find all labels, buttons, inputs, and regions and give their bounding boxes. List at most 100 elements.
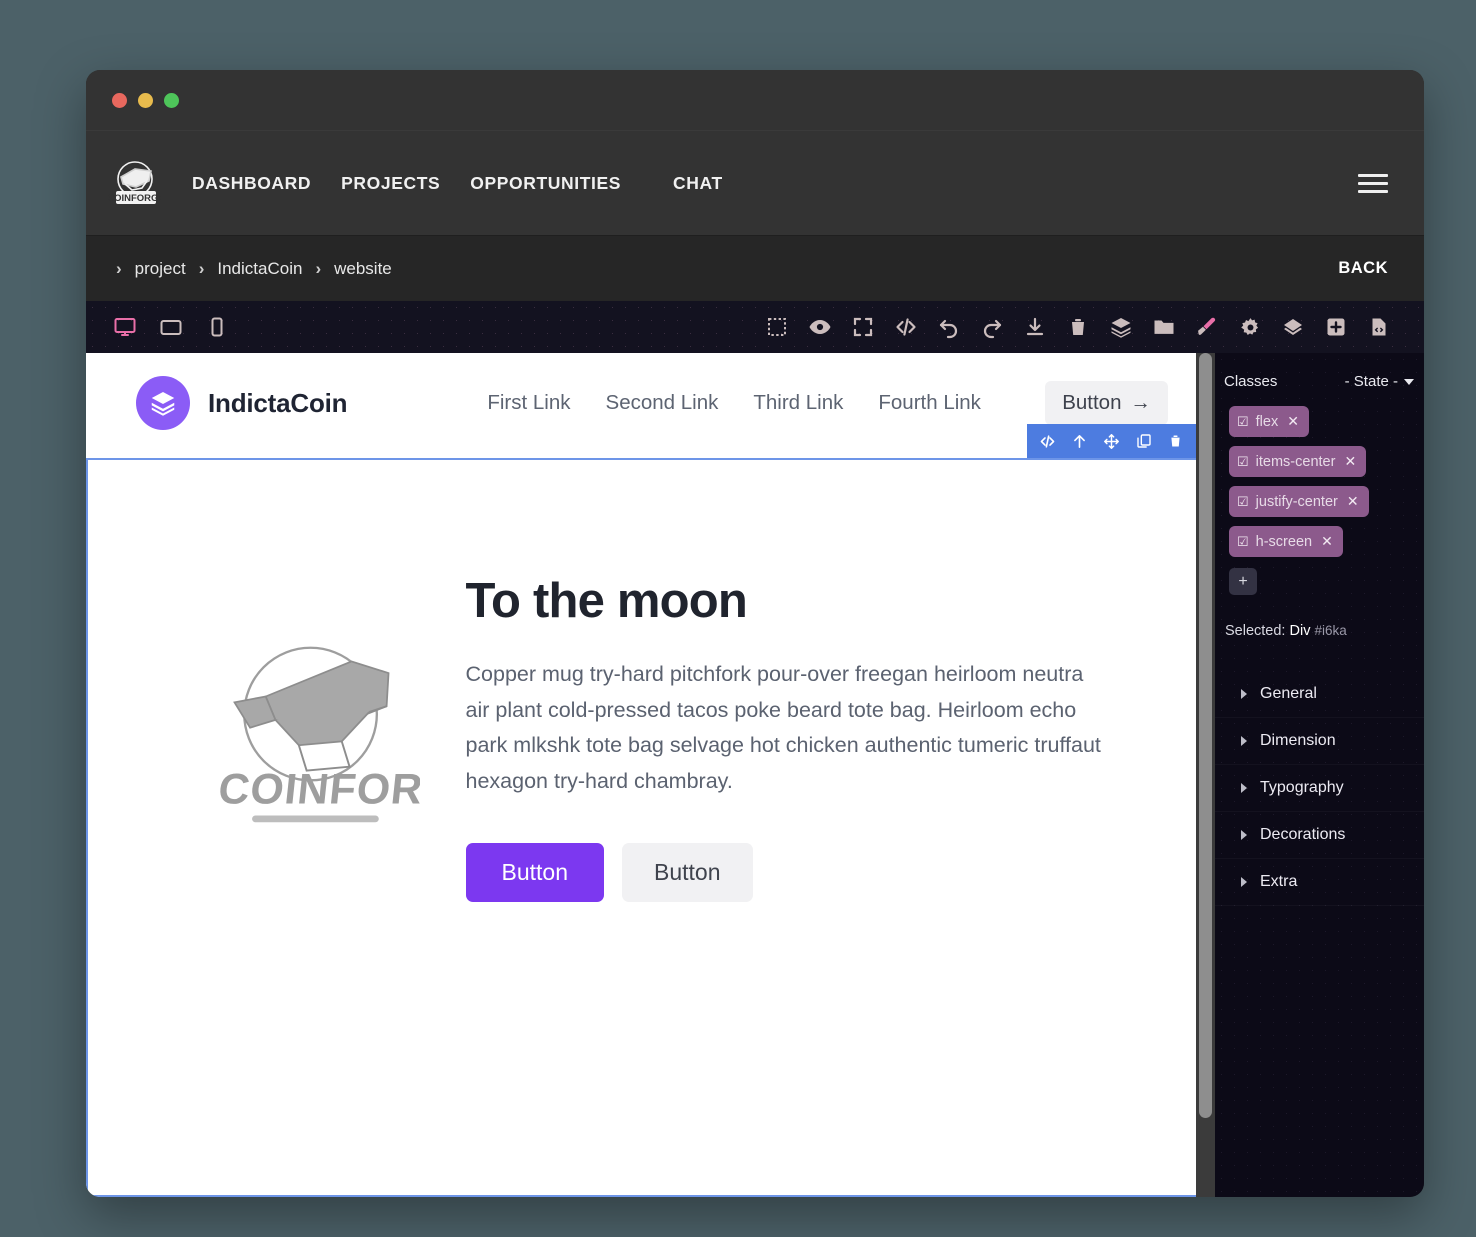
site-link-fourth[interactable]: Fourth Link xyxy=(878,391,981,415)
nav-item-dashboard[interactable]: DASHBOARD xyxy=(190,169,313,198)
class-chip-label: items-center xyxy=(1256,454,1336,470)
svg-text:COINFORGE: COINFORGE xyxy=(108,193,164,204)
chevron-right-icon xyxy=(1241,689,1247,699)
site-brand[interactable]: IndictaCoin xyxy=(136,376,347,430)
gear-icon[interactable] xyxy=(1233,310,1267,344)
mobile-icon[interactable] xyxy=(200,310,234,344)
remove-class-icon[interactable]: ✕ xyxy=(1287,413,1299,430)
dashed-square-icon[interactable] xyxy=(760,310,794,344)
svg-text:COINFORGE: COINFORGE xyxy=(216,765,420,813)
nav-item-chat[interactable]: CHAT xyxy=(671,169,725,198)
desktop-icon[interactable] xyxy=(108,310,142,344)
class-chip-h-screen[interactable]: ☑ h-screen ✕ xyxy=(1229,526,1343,557)
style-manager-panel: Classes - State - ☑ flex ✕ ☑ items-cente… xyxy=(1215,353,1424,1197)
chevron-right-icon xyxy=(1241,783,1247,793)
remove-class-icon[interactable]: ✕ xyxy=(1344,453,1356,470)
breadcrumb-bar: › project › IndictaCoin › website BACK xyxy=(86,235,1424,301)
move-icon[interactable] xyxy=(1097,427,1126,455)
maximize-window-button[interactable] xyxy=(164,93,179,108)
style-section-extra[interactable]: Extra xyxy=(1215,859,1424,906)
style-section-label: Extra xyxy=(1260,873,1297,891)
class-chip-flex[interactable]: ☑ flex ✕ xyxy=(1229,406,1309,437)
hamburger-icon[interactable] xyxy=(1358,169,1388,198)
minimize-window-button[interactable] xyxy=(138,93,153,108)
checkbox-checked-icon[interactable]: ☑ xyxy=(1237,494,1249,510)
chevron-right-icon: › xyxy=(116,260,122,277)
state-selector[interactable]: - State - xyxy=(1345,373,1414,390)
selected-prefix: Selected: xyxy=(1225,623,1285,639)
design-canvas[interactable]: IndictaCoin First Link Second Link Third… xyxy=(86,353,1196,1197)
redo-icon[interactable] xyxy=(975,310,1009,344)
chevron-right-icon xyxy=(1241,830,1247,840)
style-section-general[interactable]: General xyxy=(1215,671,1424,718)
breadcrumb-item-project[interactable]: project xyxy=(135,259,186,279)
site-link-third[interactable]: Third Link xyxy=(753,391,843,415)
download-icon[interactable] xyxy=(1018,310,1052,344)
nav-item-opportunities[interactable]: OPPORTUNITIES xyxy=(468,169,623,198)
layers-circle-icon xyxy=(136,376,190,430)
style-section-label: Decorations xyxy=(1260,826,1345,844)
eye-icon[interactable] xyxy=(803,310,837,344)
app-nav-links: DASHBOARD PROJECTS OPPORTUNITIES CHAT xyxy=(190,169,725,198)
fullscreen-icon[interactable] xyxy=(846,310,880,344)
class-chip-justify-center[interactable]: ☑ justify-center ✕ xyxy=(1229,486,1369,517)
edit-code-icon[interactable] xyxy=(1033,427,1062,455)
breadcrumb-item-indictacoin[interactable]: IndictaCoin xyxy=(217,259,302,279)
remove-class-icon[interactable]: ✕ xyxy=(1321,533,1333,550)
selection-toolbar xyxy=(1027,424,1196,458)
trash-icon[interactable] xyxy=(1061,310,1095,344)
editor-body: IndictaCoin First Link Second Link Third… xyxy=(86,353,1424,1197)
site-link-second[interactable]: Second Link xyxy=(606,391,719,415)
breadcrumb-item-website[interactable]: website xyxy=(334,259,392,279)
code-file-icon[interactable] xyxy=(1362,310,1396,344)
hero-title: To the moon xyxy=(466,573,1106,629)
hero-image[interactable]: COINFORGE xyxy=(205,638,420,838)
coinforge-logo-icon[interactable]: COINFORGE xyxy=(106,155,166,211)
site-nav-button-label: Button xyxy=(1062,391,1121,415)
style-section-label: General xyxy=(1260,685,1317,703)
tablet-icon[interactable] xyxy=(154,310,188,344)
device-switcher xyxy=(108,310,234,344)
checkbox-checked-icon[interactable]: ☑ xyxy=(1237,414,1249,430)
hero-secondary-button[interactable]: Button xyxy=(622,843,753,902)
delete-icon[interactable] xyxy=(1161,427,1190,455)
canvas-scrollbar[interactable] xyxy=(1196,353,1215,1197)
hero-section: COINFORGE To the moon Copper mug try-har… xyxy=(86,453,1196,902)
checkbox-checked-icon[interactable]: ☑ xyxy=(1237,534,1249,550)
chevron-right-icon: › xyxy=(199,260,205,277)
back-button[interactable]: BACK xyxy=(1338,259,1388,278)
classes-label: Classes xyxy=(1224,373,1277,390)
add-class-button[interactable]: + xyxy=(1229,568,1257,595)
copy-icon[interactable] xyxy=(1129,427,1158,455)
editor-toolbar xyxy=(86,301,1424,353)
layers-icon[interactable] xyxy=(1104,310,1138,344)
hero-primary-button[interactable]: Button xyxy=(466,843,605,902)
class-chip-items-center[interactable]: ☑ items-center ✕ xyxy=(1229,446,1366,477)
canvas-scrollbar-thumb[interactable] xyxy=(1199,353,1212,1118)
remove-class-icon[interactable]: ✕ xyxy=(1347,493,1359,510)
style-section-dimension[interactable]: Dimension xyxy=(1215,718,1424,765)
selected-tag: Div xyxy=(1290,623,1311,639)
folder-icon[interactable] xyxy=(1147,310,1181,344)
class-chip-list: ☑ flex ✕ ☑ items-center ✕ ☑ justify-cent… xyxy=(1215,390,1424,595)
chevron-right-icon xyxy=(1241,736,1247,746)
style-section-decorations[interactable]: Decorations xyxy=(1215,812,1424,859)
selected-element-info: Selected: Div #i6ka xyxy=(1215,595,1424,639)
nav-item-projects[interactable]: PROJECTS xyxy=(339,169,442,198)
hero-body-text: Copper mug try-hard pitchfork pour-over … xyxy=(466,657,1106,799)
checkbox-checked-icon[interactable]: ☑ xyxy=(1237,454,1249,470)
site-nav-button[interactable]: Button → xyxy=(1045,381,1168,425)
arrow-up-icon[interactable] xyxy=(1065,427,1094,455)
code-icon[interactable] xyxy=(889,310,923,344)
layers-diamond-icon[interactable] xyxy=(1276,310,1310,344)
close-window-button[interactable] xyxy=(112,93,127,108)
paintbrush-icon[interactable] xyxy=(1190,310,1224,344)
style-section-label: Typography xyxy=(1260,779,1344,797)
undo-icon[interactable] xyxy=(932,310,966,344)
site-link-first[interactable]: First Link xyxy=(487,391,570,415)
plus-square-icon[interactable] xyxy=(1319,310,1353,344)
hero-buttons: Button Button xyxy=(466,843,1106,902)
style-section-typography[interactable]: Typography xyxy=(1215,765,1424,812)
hero-copy: To the moon Copper mug try-hard pitchfor… xyxy=(466,573,1106,902)
class-chip-label: justify-center xyxy=(1256,494,1338,510)
